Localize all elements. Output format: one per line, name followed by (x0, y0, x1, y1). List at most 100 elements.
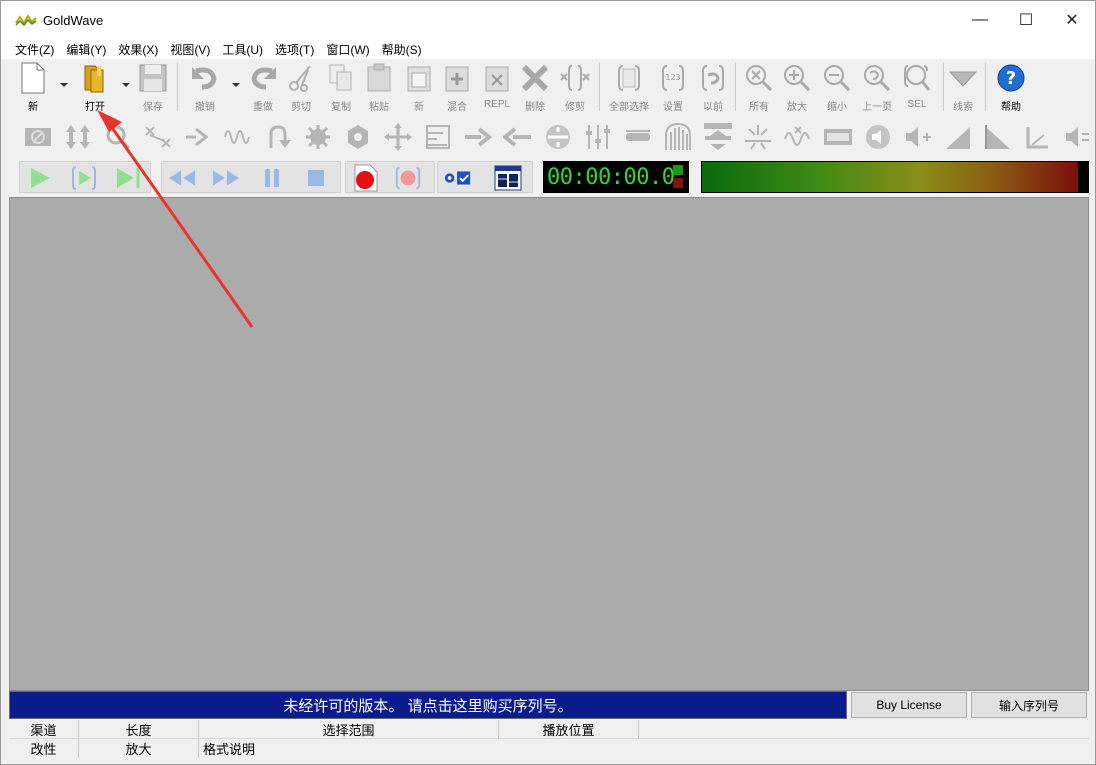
visual-window-button[interactable] (494, 165, 522, 191)
window-title: GoldWave (43, 12, 104, 28)
zoom-sel-label: SEL (907, 99, 927, 110)
trim-label: 修剪 (565, 102, 585, 113)
zoom-sel-button[interactable]: SEL (897, 61, 937, 113)
status-bar: 渠道 长度 选择范围 播放位置 改性 放大 格式说明 (9, 720, 1089, 758)
fx-fade-icon[interactable] (823, 123, 853, 151)
fx-mechanize-icon[interactable] (303, 123, 333, 151)
replace-button[interactable]: REPL (477, 61, 517, 113)
fx-offset-icon[interactable] (343, 123, 373, 151)
device-controls-button[interactable] (444, 165, 472, 191)
play-selection-button[interactable] (70, 165, 98, 191)
menu-window[interactable]: 窗口(W) (320, 41, 375, 58)
cut-button[interactable]: 剪切 (281, 61, 321, 113)
rewind-button[interactable] (168, 165, 196, 191)
minimize-button[interactable]: — (957, 1, 1003, 39)
fast-forward-button[interactable] (212, 165, 240, 191)
fx-fade-out-icon[interactable] (983, 123, 1013, 151)
fx-fade-in-icon[interactable] (943, 123, 973, 151)
fx-balance-icon[interactable] (1063, 123, 1089, 151)
zoom-previous-icon (864, 64, 891, 91)
fx-flanger-icon[interactable] (183, 123, 213, 151)
previous-button[interactable]: 以前 (693, 61, 733, 113)
select-all-button[interactable]: 全部选择 (607, 61, 651, 113)
paste-label: 粘贴 (369, 102, 389, 113)
fx-shift-left-icon[interactable] (503, 123, 533, 151)
status-length: 长度 (79, 720, 199, 739)
pause-icon (265, 169, 279, 187)
new-button[interactable]: 新 (13, 61, 53, 113)
fx-echo-icon[interactable] (103, 123, 133, 151)
set-123-icon: 123 (662, 64, 684, 91)
fx-pitch-icon[interactable] (423, 123, 453, 151)
play-from-cursor-button[interactable] (114, 165, 142, 191)
fx-dynamics-icon[interactable] (63, 123, 93, 151)
zoom-out-icon (824, 64, 851, 91)
record-group (345, 161, 435, 193)
copy-label: 复制 (331, 102, 351, 113)
record-new-button[interactable] (352, 164, 380, 192)
enter-serial-button[interactable]: 输入序列号 (971, 692, 1087, 718)
undo-icon (192, 66, 217, 89)
menu-view[interactable]: 视图(V) (164, 41, 216, 58)
time-readout: 00:00:00.0 (547, 164, 675, 190)
fx-reverse-icon[interactable] (263, 123, 293, 151)
close-button[interactable]: ✕ (1049, 1, 1095, 39)
new-label: 新 (28, 102, 38, 113)
fx-volume-change-icon[interactable] (623, 123, 653, 151)
save-button[interactable]: 保存 (133, 61, 173, 113)
status-play-position: 播放位置 (499, 720, 639, 739)
fx-volume-icon[interactable] (863, 123, 893, 151)
set-button[interactable]: 123 设置 (653, 61, 693, 113)
fx-doppler-icon[interactable] (23, 123, 53, 151)
fx-spectrum-icon[interactable] (663, 122, 693, 151)
copy-button[interactable]: 复制 (321, 61, 361, 113)
fx-equalizer-icon[interactable] (583, 123, 613, 151)
fx-shape-icon[interactable] (1023, 123, 1053, 151)
help-button[interactable]: ? 帮助 (991, 61, 1031, 113)
timer-indicator-top (673, 165, 683, 175)
maximize-button[interactable]: ☐ (1003, 1, 1049, 39)
fx-wave-icon[interactable] (223, 123, 253, 151)
buy-license-button[interactable]: Buy License (851, 692, 967, 718)
mix-button[interactable]: 混合 (437, 61, 477, 113)
prev-page-button[interactable]: 上一页 (857, 61, 897, 113)
fx-pan-icon[interactable] (383, 123, 413, 151)
menu-options[interactable]: 选项(T) (269, 41, 320, 58)
fx-silence-icon[interactable] (543, 123, 573, 151)
unlicensed-message[interactable]: 未经许可的版本。 请点击这里购买序列号。 (9, 691, 847, 719)
redo-button[interactable]: 重做 (243, 61, 283, 113)
open-dropdown-caret[interactable] (122, 83, 130, 87)
menu-file[interactable]: 文件(Z) (9, 41, 60, 58)
stop-button[interactable] (302, 165, 330, 191)
cue-triangle-icon (948, 71, 978, 87)
status-selection: 选择范围 (199, 720, 499, 739)
menu-tools[interactable]: 工具(U) (216, 41, 269, 58)
new-dropdown-caret[interactable] (60, 83, 68, 87)
paste-button[interactable]: 粘贴 (359, 61, 399, 113)
fx-noise-reduction-icon[interactable] (743, 123, 773, 151)
menu-edit[interactable]: 编辑(Y) (60, 41, 112, 58)
menu-effects[interactable]: 效果(X) (112, 41, 164, 58)
trim-button[interactable]: 修剪 (555, 61, 595, 113)
cue-button[interactable]: 线索 (943, 61, 983, 113)
fx-volume-up-icon[interactable] (903, 123, 933, 151)
delete-button[interactable]: 删除 (515, 61, 555, 113)
fx-declick-icon[interactable] (783, 123, 813, 151)
undo-dropdown-caret[interactable] (232, 83, 240, 87)
zoom-out-button[interactable]: 缩小 (817, 61, 857, 113)
pause-button[interactable] (258, 165, 286, 191)
fx-filter-icon[interactable] (143, 123, 173, 151)
play-button[interactable] (26, 165, 54, 191)
paste-new-button[interactable]: 新 (399, 61, 439, 113)
open-button[interactable]: 打开 (75, 61, 115, 113)
level-meter (701, 161, 1089, 193)
zoom-in-button[interactable]: 放大 (777, 61, 817, 113)
main-workspace[interactable] (9, 197, 1089, 691)
toolbar-separator (599, 63, 600, 111)
undo-button[interactable]: 撤销 (185, 61, 225, 113)
fx-stereo-icon[interactable] (703, 123, 733, 151)
record-selection-button[interactable] (394, 165, 422, 191)
fx-resample-icon[interactable] (463, 123, 493, 151)
menu-help[interactable]: 帮助(S) (376, 41, 428, 58)
zoom-all-button[interactable]: 所有 (739, 61, 779, 113)
